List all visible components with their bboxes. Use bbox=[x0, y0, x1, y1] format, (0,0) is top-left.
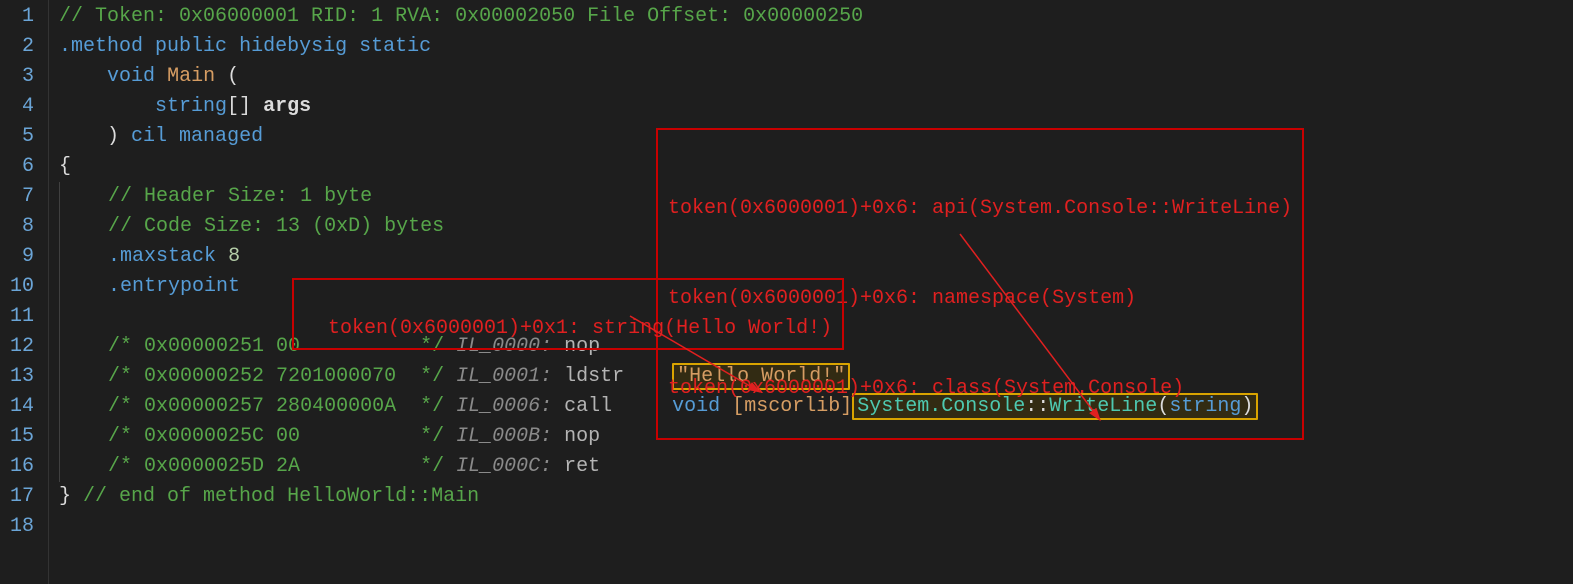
opcode: ldstr bbox=[564, 365, 624, 388]
code-line: /* 0x0000025D 2A */ IL_000C: ret bbox=[59, 452, 1258, 482]
line-number: 8 bbox=[10, 212, 34, 242]
code-line: /* 0x00000251 00 */ IL_0000: nop bbox=[59, 332, 1258, 362]
line-number: 17 bbox=[10, 482, 34, 512]
keyword: .method bbox=[59, 35, 143, 58]
code-line: // Code Size: 13 (0xD) bytes bbox=[59, 212, 1258, 242]
line-number: 9 bbox=[10, 242, 34, 272]
assembly-ref: [mscorlib] bbox=[732, 395, 852, 418]
line-number: 12 bbox=[10, 332, 34, 362]
il-label: IL_0001: bbox=[456, 365, 552, 388]
il-label: IL_0006: bbox=[456, 395, 552, 418]
method: WriteLine bbox=[1049, 395, 1157, 418]
indent-guide bbox=[59, 452, 60, 482]
code-line: .entrypoint bbox=[59, 272, 1258, 302]
keyword: hidebysig bbox=[239, 35, 347, 58]
line-number: 3 bbox=[10, 62, 34, 92]
line-number: 5 bbox=[10, 122, 34, 152]
param: args bbox=[263, 95, 311, 118]
indent-guide bbox=[59, 422, 60, 452]
indent-guide bbox=[59, 332, 60, 362]
line-number: 18 bbox=[10, 512, 34, 542]
indent-guide bbox=[59, 182, 60, 212]
keyword: static bbox=[359, 35, 431, 58]
punct: ) bbox=[107, 125, 131, 148]
keyword: cil managed bbox=[131, 125, 263, 148]
code-line: ) cil managed bbox=[59, 122, 1258, 152]
bytecode-comment: /* 0x0000025D 2A */ bbox=[108, 455, 444, 478]
code-line: // Token: 0x06000001 RID: 1 RVA: 0x00002… bbox=[59, 2, 1258, 32]
indent-guide bbox=[59, 302, 60, 332]
code-line: // Header Size: 1 byte bbox=[59, 182, 1258, 212]
code-line: } // end of method HelloWorld::Main bbox=[59, 482, 1258, 512]
code-line: .method public hidebysig static bbox=[59, 32, 1258, 62]
indent-guide bbox=[59, 392, 60, 422]
line-number: 7 bbox=[10, 182, 34, 212]
namespace: System. bbox=[857, 395, 941, 418]
punct: ( bbox=[215, 65, 239, 88]
indent-guide bbox=[59, 272, 60, 302]
brace: } bbox=[59, 485, 71, 508]
line-number: 16 bbox=[10, 452, 34, 482]
keyword: .maxstack bbox=[108, 245, 216, 268]
opcode: ret bbox=[564, 455, 600, 478]
line-number: 14 bbox=[10, 392, 34, 422]
sep: :: bbox=[1025, 395, 1049, 418]
keyword: .entrypoint bbox=[108, 275, 240, 298]
line-number: 11 bbox=[10, 302, 34, 332]
api-call-highlight: System.Console::WriteLine(string) bbox=[852, 393, 1258, 420]
code-line: string[] args bbox=[59, 92, 1258, 122]
code-line: /* 0x00000257 280400000A */ IL_0006: cal… bbox=[59, 392, 1258, 422]
indent-guide bbox=[59, 242, 60, 272]
type: string bbox=[155, 95, 227, 118]
indent-guide bbox=[59, 212, 60, 242]
line-number-gutter: 1 2 3 4 5 6 7 8 9 10 11 12 13 14 15 16 1… bbox=[0, 0, 49, 584]
punct: ) bbox=[1241, 395, 1253, 418]
method-name: Main bbox=[167, 65, 215, 88]
line-number: 6 bbox=[10, 152, 34, 182]
type: void bbox=[672, 395, 720, 418]
comment: // Token: 0x06000001 RID: 1 RVA: 0x00002… bbox=[59, 5, 863, 28]
line-number: 15 bbox=[10, 422, 34, 452]
bytecode-comment: /* 0x00000252 7201000070 */ bbox=[108, 365, 444, 388]
line-number: 10 bbox=[10, 272, 34, 302]
il-label: IL_000C: bbox=[456, 455, 552, 478]
line-number: 1 bbox=[10, 2, 34, 32]
code-line bbox=[59, 302, 1258, 332]
il-label: IL_000B: bbox=[456, 425, 552, 448]
code-editor: 1 2 3 4 5 6 7 8 9 10 11 12 13 14 15 16 1… bbox=[0, 0, 1573, 584]
type: void bbox=[107, 65, 155, 88]
il-label: IL_0000: bbox=[456, 335, 552, 358]
class: Console bbox=[941, 395, 1025, 418]
bytecode-comment: /* 0x0000025C 00 */ bbox=[108, 425, 444, 448]
code-content[interactable]: // Token: 0x06000001 RID: 1 RVA: 0x00002… bbox=[49, 0, 1258, 584]
string-literal-highlight: "Hello World!" bbox=[672, 363, 850, 390]
string-literal: "Hello World!" bbox=[677, 365, 845, 388]
punct: ( bbox=[1157, 395, 1169, 418]
code-line: { bbox=[59, 152, 1258, 182]
code-line: /* 0x0000025C 00 */ IL_000B: nop bbox=[59, 422, 1258, 452]
comment: // Header Size: 1 byte bbox=[108, 185, 372, 208]
comment: // Code Size: 13 (0xD) bytes bbox=[108, 215, 444, 238]
code-line bbox=[59, 512, 1258, 542]
keyword: public bbox=[155, 35, 227, 58]
code-line: /* 0x00000252 7201000070 */ IL_0001: lds… bbox=[59, 362, 1258, 392]
bytecode-comment: /* 0x00000251 00 */ bbox=[108, 335, 444, 358]
line-number: 2 bbox=[10, 32, 34, 62]
punct: [] bbox=[227, 95, 251, 118]
indent-guide bbox=[59, 362, 60, 392]
number: 8 bbox=[228, 245, 240, 268]
brace: { bbox=[59, 155, 71, 178]
opcode: nop bbox=[564, 425, 600, 448]
line-number: 13 bbox=[10, 362, 34, 392]
comment: // end of method HelloWorld::Main bbox=[71, 485, 479, 508]
bytecode-comment: /* 0x00000257 280400000A */ bbox=[108, 395, 444, 418]
line-number: 4 bbox=[10, 92, 34, 122]
opcode: nop bbox=[564, 335, 600, 358]
code-line: .maxstack 8 bbox=[59, 242, 1258, 272]
type: string bbox=[1169, 395, 1241, 418]
code-line: void Main ( bbox=[59, 62, 1258, 92]
opcode: call bbox=[564, 395, 612, 418]
